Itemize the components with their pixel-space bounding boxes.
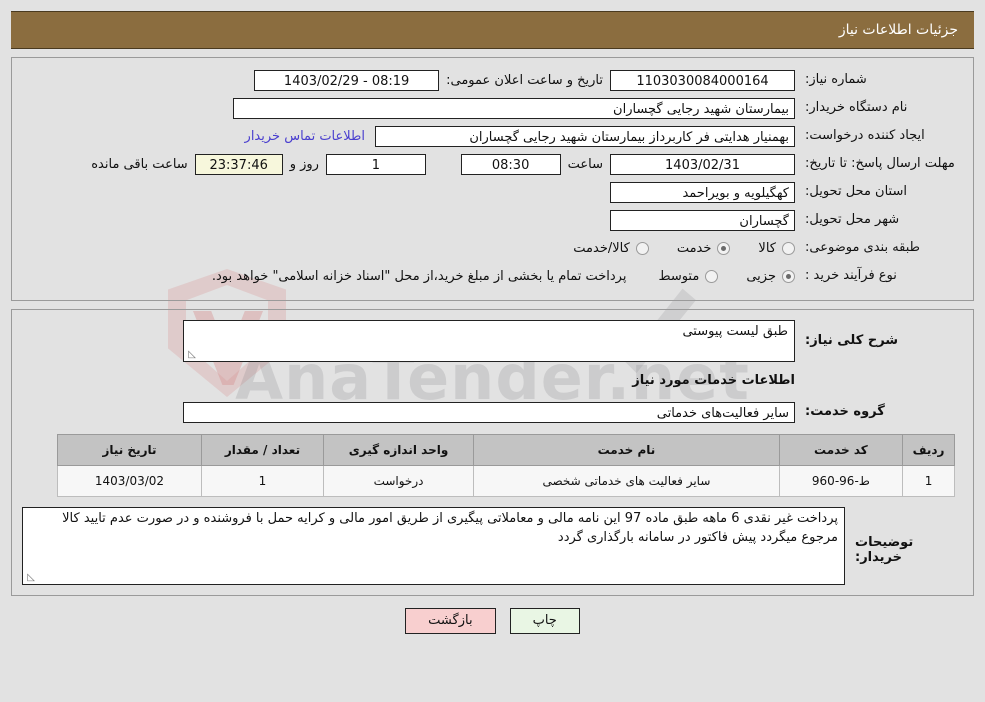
th-radif: ردیف [902,434,955,466]
row-request-creator: ایجاد کننده درخواست: بهمنیار هدایتی فر ک… [22,124,963,148]
cell-quantity: 1 [200,465,324,497]
services-section-title: اطلاعات خدمات مورد نیاز [632,372,795,388]
row-service-group: گروه خدمت: سایر فعالیت‌های خدماتی [22,400,963,424]
row-deadline: مهلت ارسال پاسخ: تا تاریخ: 1403/02/31 سا… [22,152,963,176]
buyer-org-label: نام دستگاه خریدار: [805,100,908,116]
buyer-notes-textarea[interactable]: پرداخت غیر نقدی 6 ماهه طبق ماده 97 این ن… [22,507,845,585]
row-services-title: اطلاعات خدمات مورد نیاز [22,368,963,392]
countdown-timer-field: 23:37:46 [194,153,283,175]
radio-label-kala: کالا [758,240,776,256]
need-details-panel: شرح کلی نیاز: طبق لیست پیوستی ◺ اطلاعات … [11,309,974,596]
radio-icon-kala[interactable] [782,241,795,255]
radio-subject-khedmat[interactable]: خدمت [677,241,731,256]
cell-radif: 1 [902,465,955,497]
radio-label-motevaset: متوسط [658,268,700,284]
need-info-panel: شماره نیاز: 1103030084000164 تاریخ و ساع… [11,57,974,301]
service-group-label: گروه خدمت: [805,404,885,420]
buyer-contact-link[interactable]: اطلاعات تماس خریدار [235,129,375,144]
back-button[interactable]: بازگشت [405,608,496,634]
announce-datetime-field[interactable]: 08:19 - 1403/02/29 [254,69,440,91]
row-delivery-province: استان محل تحویل: کهگیلویه و بویراحمد [22,180,963,204]
purchase-process-radio-group: جزیی متوسط [630,269,795,284]
deadline-label: مهلت ارسال پاسخ: تا تاریخ: [805,156,955,172]
table-header-row: ردیف کد خدمت نام خدمت واحد اندازه گیری ت… [57,434,955,466]
deadline-date-field[interactable]: 1403/02/31 [610,153,795,175]
deadline-time-field[interactable]: 08:30 [460,153,561,175]
buyer-notes-label: توضیحات خریدار: [855,535,914,565]
radio-process-jozei[interactable]: جزیی [746,269,795,284]
row-general-desc: شرح کلی نیاز: طبق لیست پیوستی ◺ [22,320,963,362]
deadline-time-label: ساعت [567,156,603,172]
radio-icon-kala-khedmat[interactable] [635,241,649,255]
announce-datetime-label: تاریخ و ساعت اعلان عمومی: [446,72,603,88]
general-desc-label: شرح کلی نیاز: [805,333,899,348]
service-group-field[interactable]: سایر فعالیت‌های خدماتی [183,401,795,423]
th-service-name: نام خدمت [473,434,780,466]
row-delivery-city: شهر محل تحویل: گچساران [22,208,963,232]
general-desc-textarea[interactable]: طبق لیست پیوستی ◺ [183,320,795,362]
radio-icon-jozei[interactable] [782,269,795,283]
th-quantity: تعداد / مقدار [200,434,324,466]
radio-process-motevaset[interactable]: متوسط [658,268,719,284]
action-button-bar: چاپ بازگشت [0,608,985,634]
row-need-number: شماره نیاز: 1103030084000164 تاریخ و ساع… [22,68,963,92]
remaining-days-field: 1 [325,153,426,175]
th-need-date: تاریخ نیاز [57,434,202,466]
row-buyer-notes: توضیحات خریدار: پرداخت غیر نقدی 6 ماهه ط… [22,507,963,585]
general-desc-value: طبق لیست پیوستی [682,324,788,339]
remaining-days-label: روز و [289,156,319,172]
spacer-gap [426,157,461,172]
page-header: جزئیات اطلاعات نیاز [11,11,974,49]
cell-need-date: 1403/03/02 [57,465,202,497]
radio-label-khedmat: خدمت [676,240,712,256]
radio-label-kala-khedmat: کالا/خدمت [573,240,630,256]
need-number-label: شماره نیاز: [805,72,867,88]
row-subject-category: طبقه بندی موضوعی: کالا خدمت کالا/خدمت [22,236,963,260]
radio-subject-kala[interactable]: کالا [758,241,795,256]
delivery-province-label: استان محل تحویل: [805,184,907,200]
notes-resize-grip-icon[interactable]: ◺ [25,573,35,583]
cell-unit: درخواست [322,465,475,497]
remaining-hours-label: ساعت باقی مانده [91,156,188,172]
page-title: جزئیات اطلاعات نیاز [838,22,958,38]
table-row: 1 ط-96-960 سایر فعالیت های خدماتی شخصی د… [57,465,955,497]
cell-service-name: سایر فعالیت های خدماتی شخصی [473,465,780,497]
radio-icon-motevaset[interactable] [705,269,719,283]
services-table-wrapper: ردیف کد خدمت نام خدمت واحد اندازه گیری ت… [30,434,955,497]
services-table: ردیف کد خدمت نام خدمت واحد اندازه گیری ت… [57,434,955,497]
subject-category-label: طبقه بندی موضوعی: [805,240,921,256]
request-creator-label: ایجاد کننده درخواست: [805,128,925,144]
th-service-code: کد خدمت [778,434,904,466]
purchase-process-label: نوع فرآیند خرید : [805,268,897,284]
buyer-notes-value: پرداخت غیر نقدی 6 ماهه طبق ماده 97 این ن… [62,511,838,545]
row-purchase-process: نوع فرآیند خرید : جزیی متوسط پرداخت تمام… [22,264,963,288]
radio-icon-khedmat[interactable] [717,241,731,255]
resize-grip-icon[interactable]: ◺ [186,350,196,360]
th-unit: واحد اندازه گیری [322,434,475,466]
delivery-city-field[interactable]: گچساران [610,209,795,231]
row-buyer-org: نام دستگاه خریدار: بیمارستان شهید رجایی … [22,96,963,120]
islamic-treasury-note: پرداخت تمام یا بخشی از مبلغ خرید،از محل … [211,268,627,284]
subject-category-radio-group: کالا خدمت کالا/خدمت [545,241,795,256]
delivery-province-field[interactable]: کهگیلویه و بویراحمد [610,181,795,203]
buyer-org-field[interactable]: بیمارستان شهید رجایی گچساران [233,97,795,119]
request-creator-field[interactable]: بهمنیار هدایتی فر کاربرداز بیمارستان شهی… [375,125,795,147]
need-number-field[interactable]: 1103030084000164 [610,69,795,91]
delivery-city-label: شهر محل تحویل: [805,212,900,228]
radio-subject-kala-khedmat[interactable]: کالا/خدمت [573,241,649,256]
radio-label-jozei: جزیی [746,268,776,284]
cell-service-code: ط-96-960 [778,465,904,497]
print-button[interactable]: چاپ [509,608,580,634]
